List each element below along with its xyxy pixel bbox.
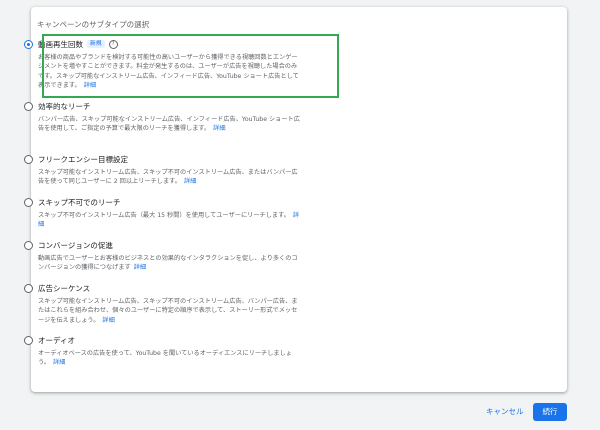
details-link[interactable]: 詳細 — [84, 82, 96, 89]
option-title: オーディオ — [38, 336, 75, 345]
details-link[interactable]: 詳細 — [134, 264, 146, 271]
new-badge: 新規 — [87, 40, 105, 48]
radio-frequency[interactable] — [24, 155, 33, 164]
radio-audio[interactable] — [24, 336, 33, 345]
option-description: お客様の商品やブランドを検討する可能性の高いユーザーから獲得できる視聴回数とエン… — [38, 54, 299, 90]
details-link[interactable]: 詳細 — [102, 317, 114, 324]
option-description: バンパー広告、スキップ可能なインストリーム広告、インフィード広告、YouTube… — [38, 116, 300, 133]
radio-efficient-reach[interactable] — [24, 102, 33, 111]
run-button[interactable]: 続行 — [533, 403, 567, 421]
radio-ad-sequence[interactable] — [24, 284, 33, 293]
details-link[interactable]: 詳細 — [184, 178, 196, 185]
option-title: コンバージョンの促進 — [38, 241, 113, 250]
option-title: スキップ不可でのリーチ — [38, 198, 121, 207]
option-description: スキップ不可のインストリーム広告（最大 15 秒間）を使用してユーザーにリーチし… — [38, 212, 300, 229]
option-description: 動画広告でユーザーとお客様のビジネスとの効果的なインタラクションを促し、より多く… — [38, 255, 298, 272]
option-description: スキップ可能なインストリーム広告、スキップ不可のインストリーム広告、またはバンパ… — [38, 169, 298, 186]
option-title: フリークエンシー目標設定 — [38, 155, 128, 164]
cancel-button[interactable]: キャンセル — [486, 406, 524, 418]
option-description: オーディオベースの広告を使って、YouTube を聞いているオーディエンスにリー… — [38, 350, 292, 367]
radio-drive-conversions[interactable] — [24, 241, 33, 250]
details-link[interactable]: 詳細 — [213, 125, 225, 132]
section-title: キャンペーンのサブタイプの選択 — [37, 20, 150, 29]
option-description: スキップ可能なインストリーム広告、スキップ不可のインストリーム広告、バンパー広告… — [38, 298, 298, 324]
option-title: 効率的なリーチ — [38, 102, 91, 111]
option-title: 動画再生回数 新規? — [38, 40, 118, 49]
help-icon[interactable]: ? — [108, 40, 118, 49]
details-link[interactable]: 詳細 — [53, 359, 65, 366]
option-title: 広告シーケンス — [38, 284, 91, 293]
radio-non-skippable-reach[interactable] — [24, 198, 33, 207]
radio-video-views[interactable] — [24, 40, 33, 49]
